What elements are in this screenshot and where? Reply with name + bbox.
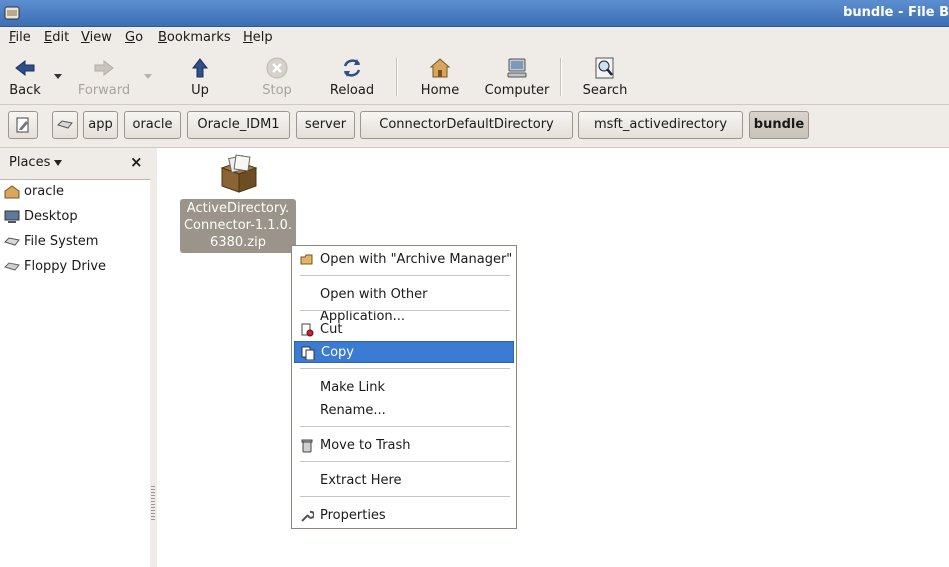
forward-button[interactable]: Forward [76,54,132,100]
back-arrow-icon [15,59,35,77]
back-history-dropdown[interactable] [54,74,62,79]
chevron-down-icon [54,159,63,166]
toggle-location-entry-button[interactable] [8,111,38,139]
breadcrumb-server[interactable]: server [296,111,355,139]
menu-separator [300,496,510,497]
menu-item-rename[interactable]: Rename... [294,400,514,422]
menu-item-open-archive-manager[interactable]: Open with "Archive Manager" [294,249,514,271]
breadcrumb-msft-activedirectory[interactable]: msft_activedirectory [578,111,743,139]
stop-button[interactable]: Stop [258,54,296,100]
title-bar: bundle - File B [0,0,949,27]
toolbar-separator [396,58,398,96]
menu-help[interactable]: Help [243,30,273,45]
menu-item-extract-here[interactable]: Extract Here [294,470,514,492]
search-icon [595,57,614,79]
drive-icon [57,120,73,129]
archive-file-icon[interactable] [218,154,260,194]
toolbar: Back Forward Up Stop Reload Home Compute… [0,50,949,105]
sidebar-item-desktop[interactable]: Desktop [4,206,78,228]
sidebar-places: Places × oracle Desktop File System Flop… [0,148,151,567]
home-button[interactable]: Home [418,54,462,100]
menu-separator [300,461,510,462]
sidebar-item-floppy-drive[interactable]: Floppy Drive [4,256,106,278]
home-icon [429,58,451,78]
breadcrumb-connector-default-directory[interactable]: ConnectorDefaultDirectory [360,111,573,139]
back-button[interactable]: Back [4,54,46,100]
drive-icon [4,236,20,246]
menu-bookmarks[interactable]: Bookmarks [158,30,231,45]
context-menu: Open with "Archive Manager" Open with Ot… [291,245,517,529]
menu-separator [300,368,510,369]
cut-icon [301,323,314,337]
menu-item-cut[interactable]: Cut [294,319,514,341]
sidebar-header: Places × [0,148,150,180]
menu-item-move-to-trash[interactable]: Move to Trash [294,435,514,457]
wrench-icon [301,510,314,522]
menu-go[interactable]: Go [125,30,143,45]
folder-open-icon [300,254,313,265]
stop-icon [266,57,288,79]
menu-item-properties[interactable]: Properties [294,505,514,527]
menu-edit[interactable]: Edit [44,30,69,45]
up-button[interactable]: Up [184,54,216,100]
sidebar-item-oracle[interactable]: oracle [4,181,64,203]
copy-icon [301,346,315,360]
desktop-icon [4,210,20,223]
search-button[interactable]: Search [580,54,630,100]
computer-button[interactable]: Computer [482,54,552,100]
breadcrumb-oracle[interactable]: oracle [124,111,181,139]
breadcrumb-root[interactable] [52,111,78,139]
file-name-label[interactable]: ActiveDirectory. Connector-1.1.0. 6380.z… [180,199,296,253]
reload-button[interactable]: Reload [328,54,376,100]
breadcrumb-bundle[interactable]: bundle [749,111,809,139]
menu-item-copy[interactable]: Copy [294,341,514,363]
close-sidebar-button[interactable]: × [130,153,143,171]
home-folder-icon [4,184,20,198]
location-bar: app oracle Oracle_IDM1 server ConnectorD… [0,105,949,148]
menu-view[interactable]: View [81,30,112,45]
computer-icon [507,58,527,78]
menu-separator [300,310,510,311]
menu-bar: File Edit View Go Bookmarks Help [0,27,949,50]
breadcrumb-oracle-idm1[interactable]: Oracle_IDM1 [187,111,290,139]
sidebar-resize-handle[interactable] [150,148,157,567]
up-arrow-icon [191,58,209,78]
sidebar-item-file-system[interactable]: File System [4,231,98,253]
floppy-icon [4,261,20,271]
menu-item-open-other-application[interactable]: Open with Other Application... [294,284,514,324]
menu-separator [300,275,510,276]
breadcrumb-app[interactable]: app [83,111,118,139]
app-icon [4,6,20,20]
menu-item-make-link[interactable]: Make Link [294,377,514,399]
menu-file[interactable]: File [9,30,31,45]
reload-icon [343,59,361,77]
forward-history-dropdown[interactable] [144,74,152,79]
places-dropdown[interactable]: Places [9,155,63,170]
trash-icon [301,439,313,453]
edit-location-icon [16,117,29,133]
menu-separator [300,426,510,427]
forward-arrow-icon [94,59,114,77]
toolbar-separator [560,58,562,96]
window-title: bundle - File B [843,5,949,20]
